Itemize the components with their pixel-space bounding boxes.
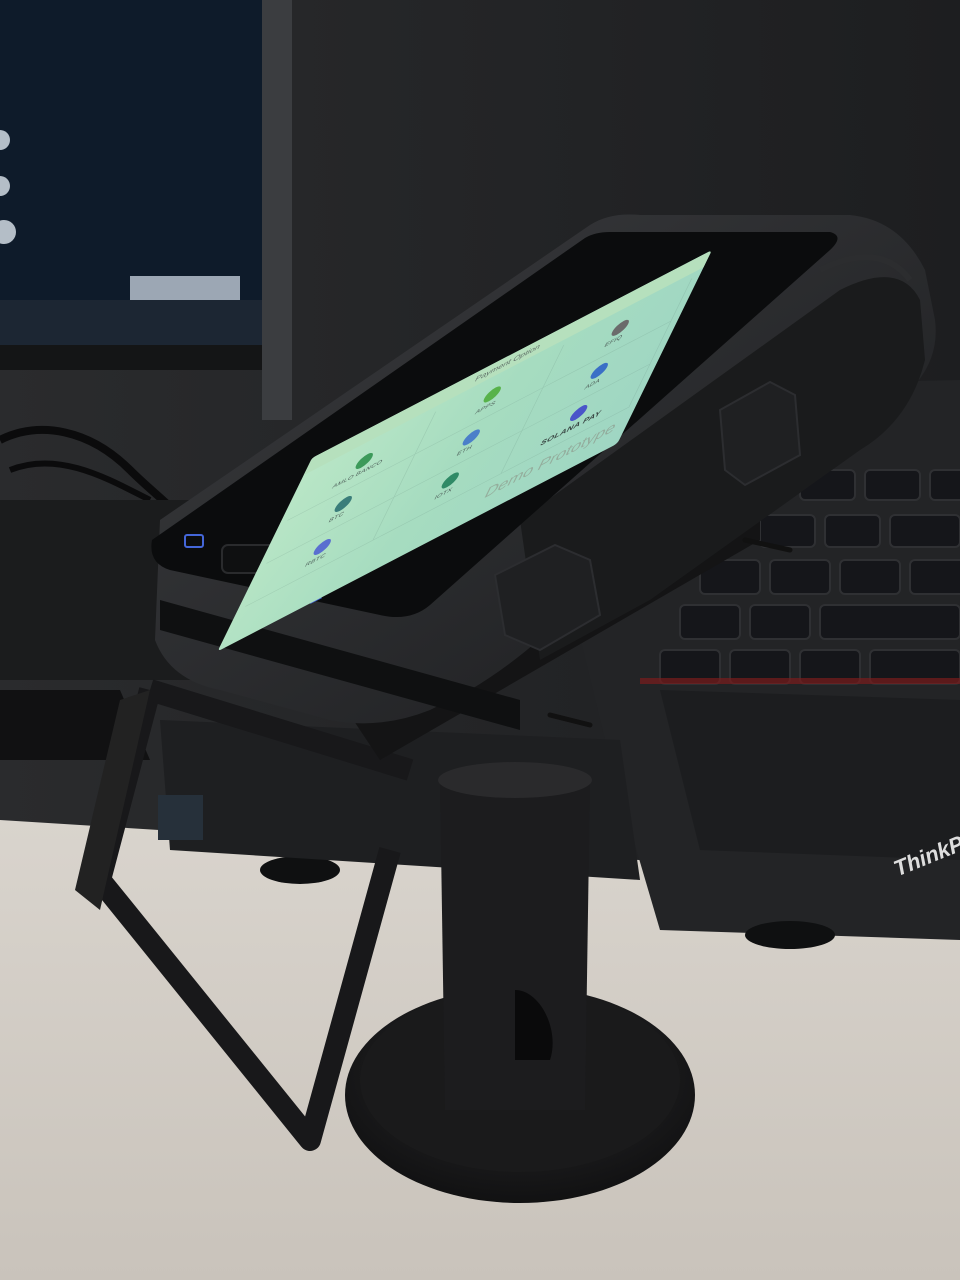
payment-option-label: ADA (583, 377, 602, 392)
stand-column (440, 780, 590, 1110)
monitor (0, 0, 292, 420)
payment-option-label: ETH (455, 444, 474, 458)
payment-option-label: BTC (327, 510, 346, 525)
photo-scene (0, 0, 960, 1280)
